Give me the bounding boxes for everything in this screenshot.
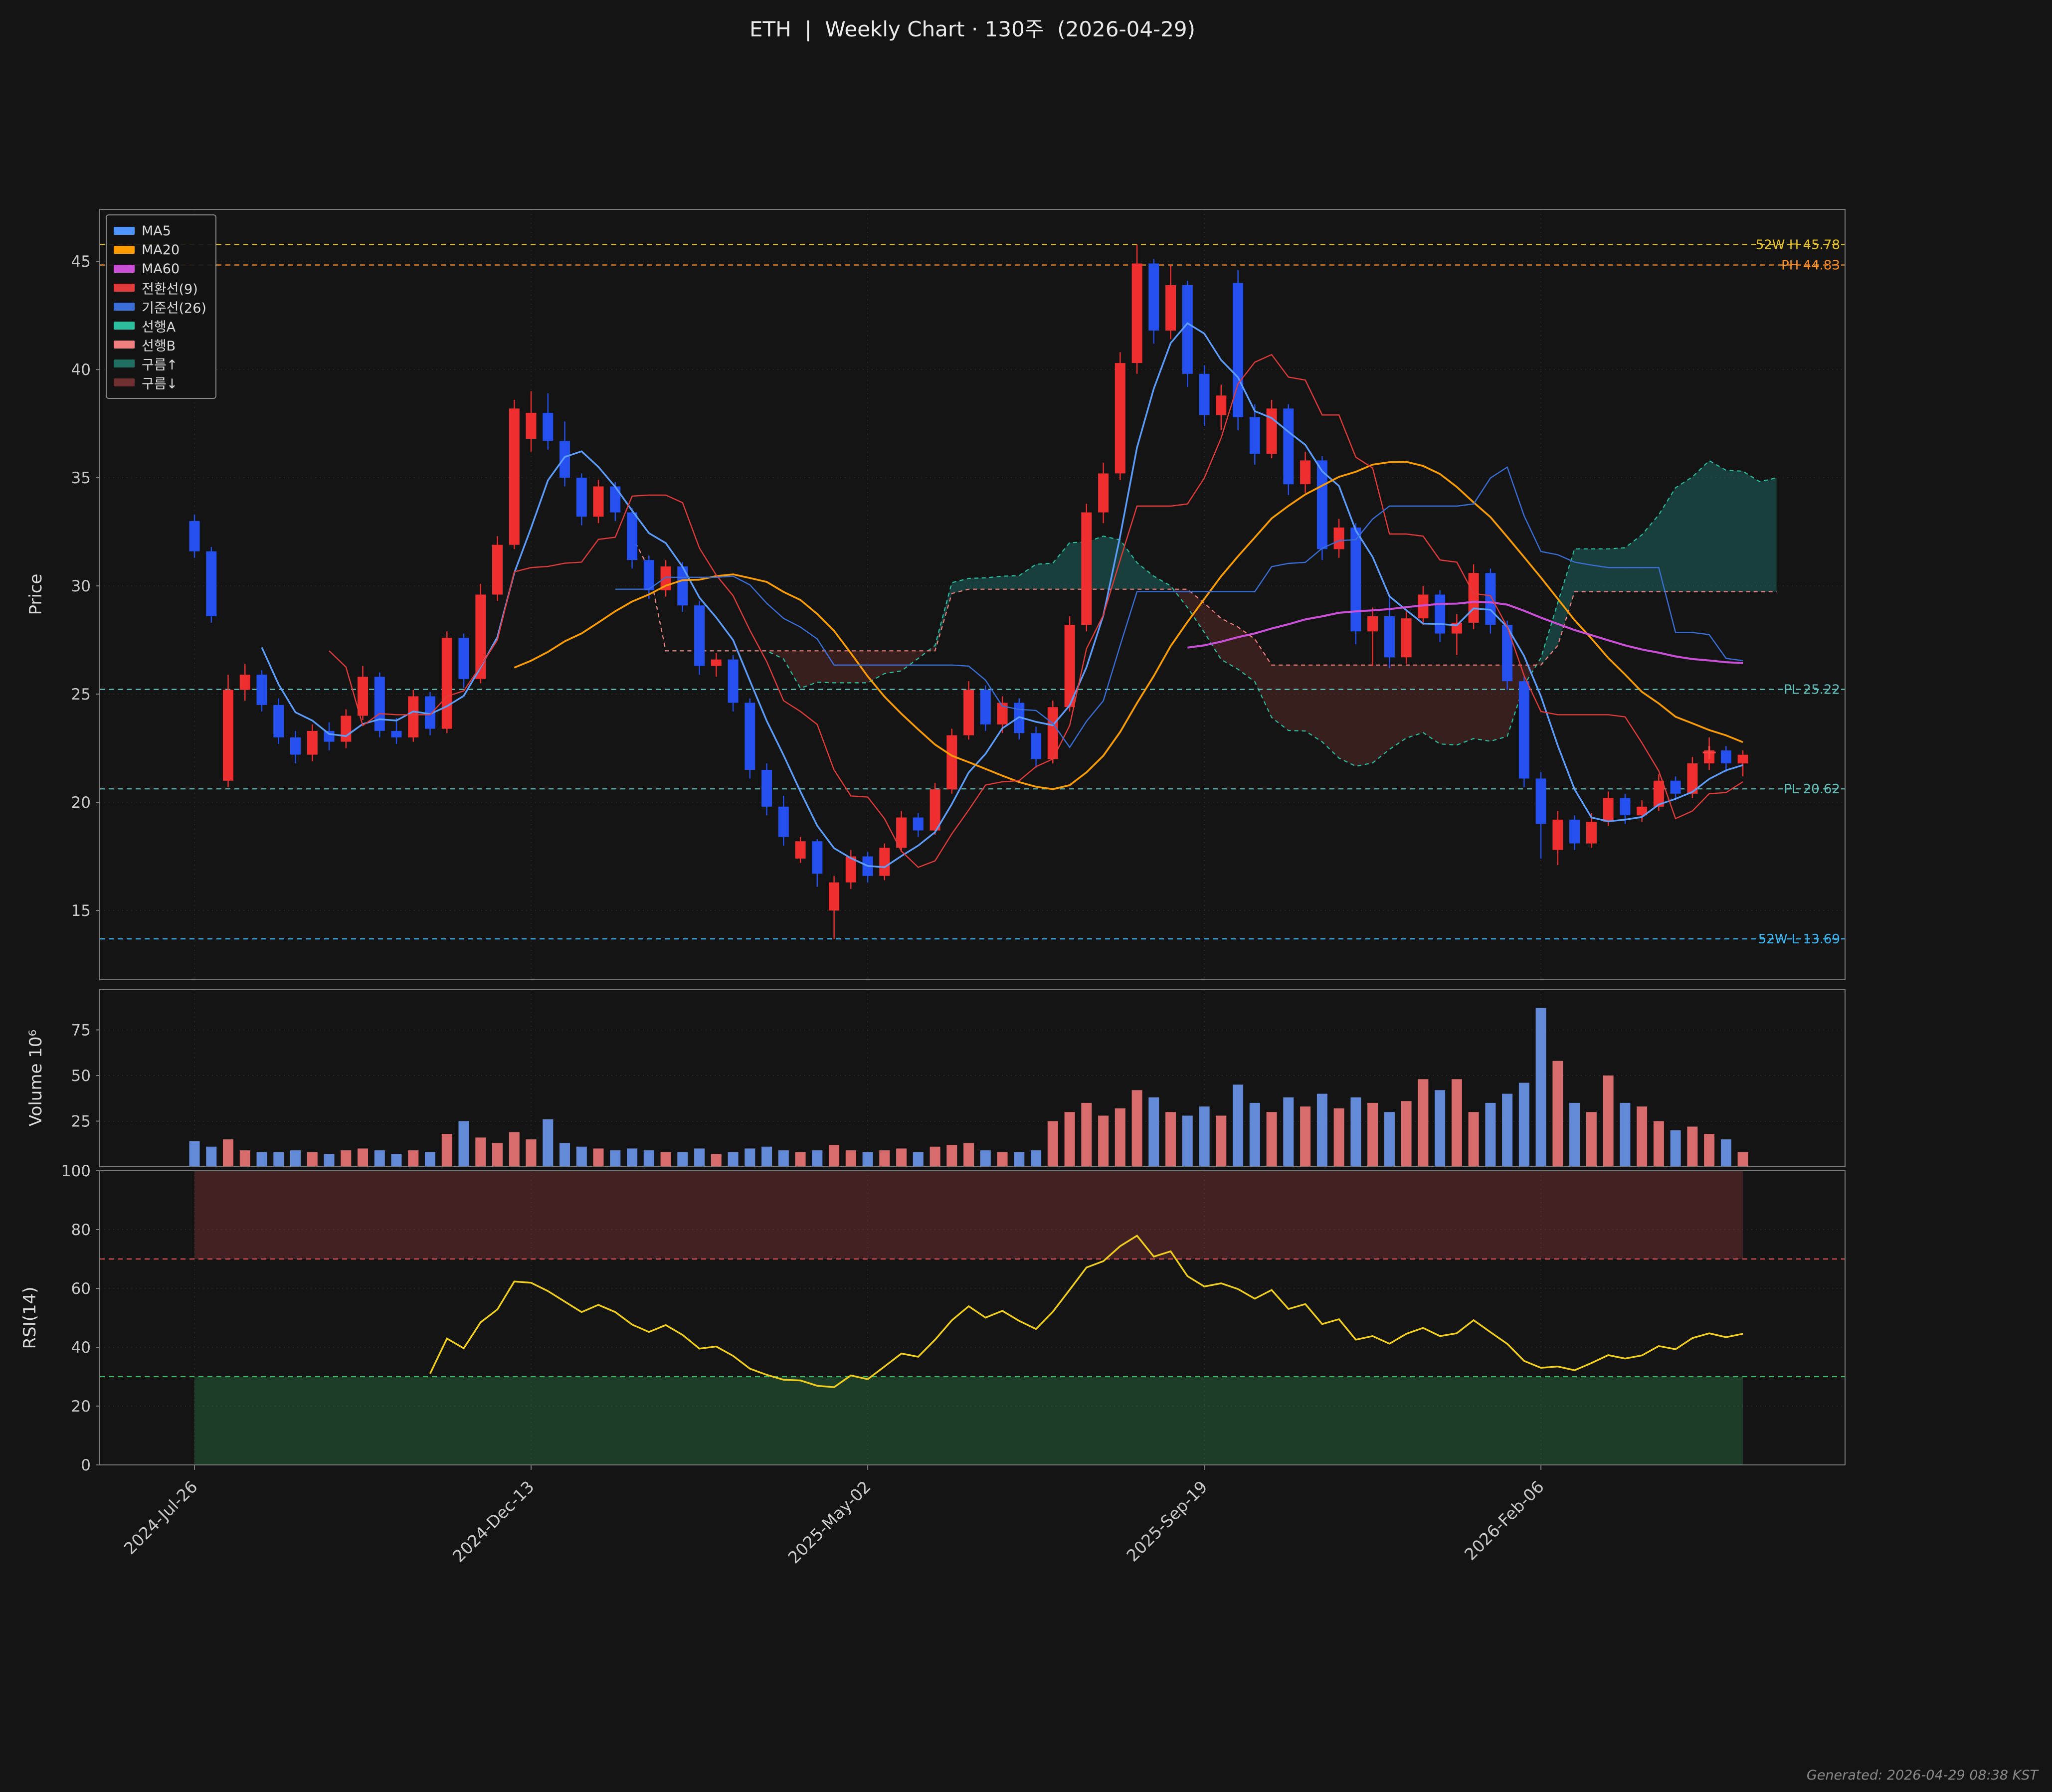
svg-text:25: 25 — [71, 686, 91, 704]
conversion-line — [329, 355, 1743, 867]
legend-item: 기준선(26) — [114, 297, 206, 316]
legend-label: MA20 — [142, 242, 180, 258]
ma20-swatch — [114, 246, 135, 254]
level-label: PL 20.62 — [1784, 782, 1840, 797]
svg-text:20: 20 — [71, 794, 91, 812]
svg-text:60: 60 — [71, 1280, 91, 1298]
svg-text:45: 45 — [71, 253, 91, 271]
volume-axis-ticks: 25 50 75 — [71, 1022, 100, 1131]
svg-text:25: 25 — [71, 1113, 91, 1131]
price-axis-ticks: 15 20 25 30 35 40 45 — [71, 253, 100, 920]
legend-item: 선행B — [114, 335, 206, 354]
legend-label: 구름↑ — [142, 354, 178, 373]
volume-axis-title: Volume 10⁶ — [26, 1030, 46, 1126]
ma5-swatch — [114, 227, 135, 235]
price-panel — [100, 209, 1845, 980]
svg-text:0: 0 — [81, 1456, 91, 1474]
panel-borders — [100, 209, 1845, 1465]
x-tick-label: 2024-Dec-13 — [449, 1477, 538, 1566]
rsi-threshold-lines — [100, 1259, 1845, 1377]
svg-text:35: 35 — [71, 469, 91, 487]
base-swatch — [114, 303, 135, 311]
legend-item: MA60 — [114, 259, 206, 278]
chart-title: ETH | Weekly Chart · 130주 (2026-04-29) — [100, 12, 1845, 43]
price-axis-title: Price — [26, 574, 46, 615]
rsi-axis-title: RSI(14) — [20, 1286, 40, 1349]
base-line — [615, 467, 1743, 747]
svg-text:40: 40 — [71, 361, 91, 379]
volume-panel — [100, 990, 1845, 1167]
cloud-up-swatch — [114, 359, 135, 367]
legend-item: 구름↑ — [114, 354, 206, 373]
legend-item: MA20 — [114, 240, 206, 259]
svg-text:75: 75 — [71, 1022, 91, 1040]
grid-lines — [100, 209, 1845, 1465]
span-b-swatch — [114, 341, 135, 349]
level-label: 52W L 13.69 — [1758, 932, 1840, 947]
volume-bars — [189, 1008, 1748, 1167]
legend-label: 선행B — [142, 335, 176, 355]
svg-text:50: 50 — [71, 1067, 91, 1085]
svg-text:100: 100 — [61, 1162, 91, 1180]
svg-text:30: 30 — [71, 577, 91, 595]
cloud-down-swatch — [114, 378, 135, 386]
level-label: 52W H 45.78 — [1756, 237, 1840, 252]
ma60-line — [1187, 602, 1743, 663]
legend-item: 전환선(9) — [114, 278, 206, 297]
svg-text:40: 40 — [71, 1339, 91, 1357]
legend-label: 전환선(9) — [142, 278, 198, 298]
generated-timestamp: Generated: 2026-04-29 08:38 KST — [1807, 1768, 2038, 1783]
chart-svg: 52W H 45.78 PH 44.83 PL 25.22 PL 20.62 52W L… — [0, 0, 2052, 1792]
svg-text:15: 15 — [71, 902, 91, 920]
ma60-swatch — [114, 265, 135, 273]
legend-label: MA5 — [142, 223, 171, 239]
x-tick-label: 2026-Feb-06 — [1461, 1477, 1548, 1564]
legend-label: 구름↓ — [142, 373, 178, 392]
legend: MA5 MA20 MA60전환선(9)기준선(26)선행A선행B구름↑구름↓ — [106, 214, 216, 399]
legend-label: 기준선(26) — [142, 297, 206, 317]
x-axis-ticks: 2024-Jul-26 2024-Dec-13 2025-May-02 2025-Se… — [120, 1465, 1548, 1567]
conversion-swatch — [114, 284, 135, 292]
level-label: PH 44.83 — [1781, 258, 1840, 273]
legend-label: MA60 — [142, 261, 180, 277]
legend-label: 선행A — [142, 316, 176, 336]
rsi-bands — [194, 1171, 1743, 1465]
x-tick-label: 2025-May-02 — [784, 1477, 874, 1567]
span-a-swatch — [114, 322, 135, 330]
legend-item: MA5 — [114, 221, 206, 240]
legend-item: 구름↓ — [114, 373, 206, 392]
svg-text:20: 20 — [71, 1398, 91, 1416]
svg-text:80: 80 — [71, 1221, 91, 1239]
x-tick-label: 2025-Sep-19 — [1122, 1477, 1211, 1565]
candlesticks — [189, 244, 1748, 939]
level-label: PL 25.22 — [1784, 683, 1840, 698]
rsi-axis-ticks: 0 20 40 60 80 100 — [61, 1162, 100, 1474]
legend-item: 선행A — [114, 316, 206, 335]
x-tick-label: 2024-Jul-26 — [120, 1477, 201, 1558]
